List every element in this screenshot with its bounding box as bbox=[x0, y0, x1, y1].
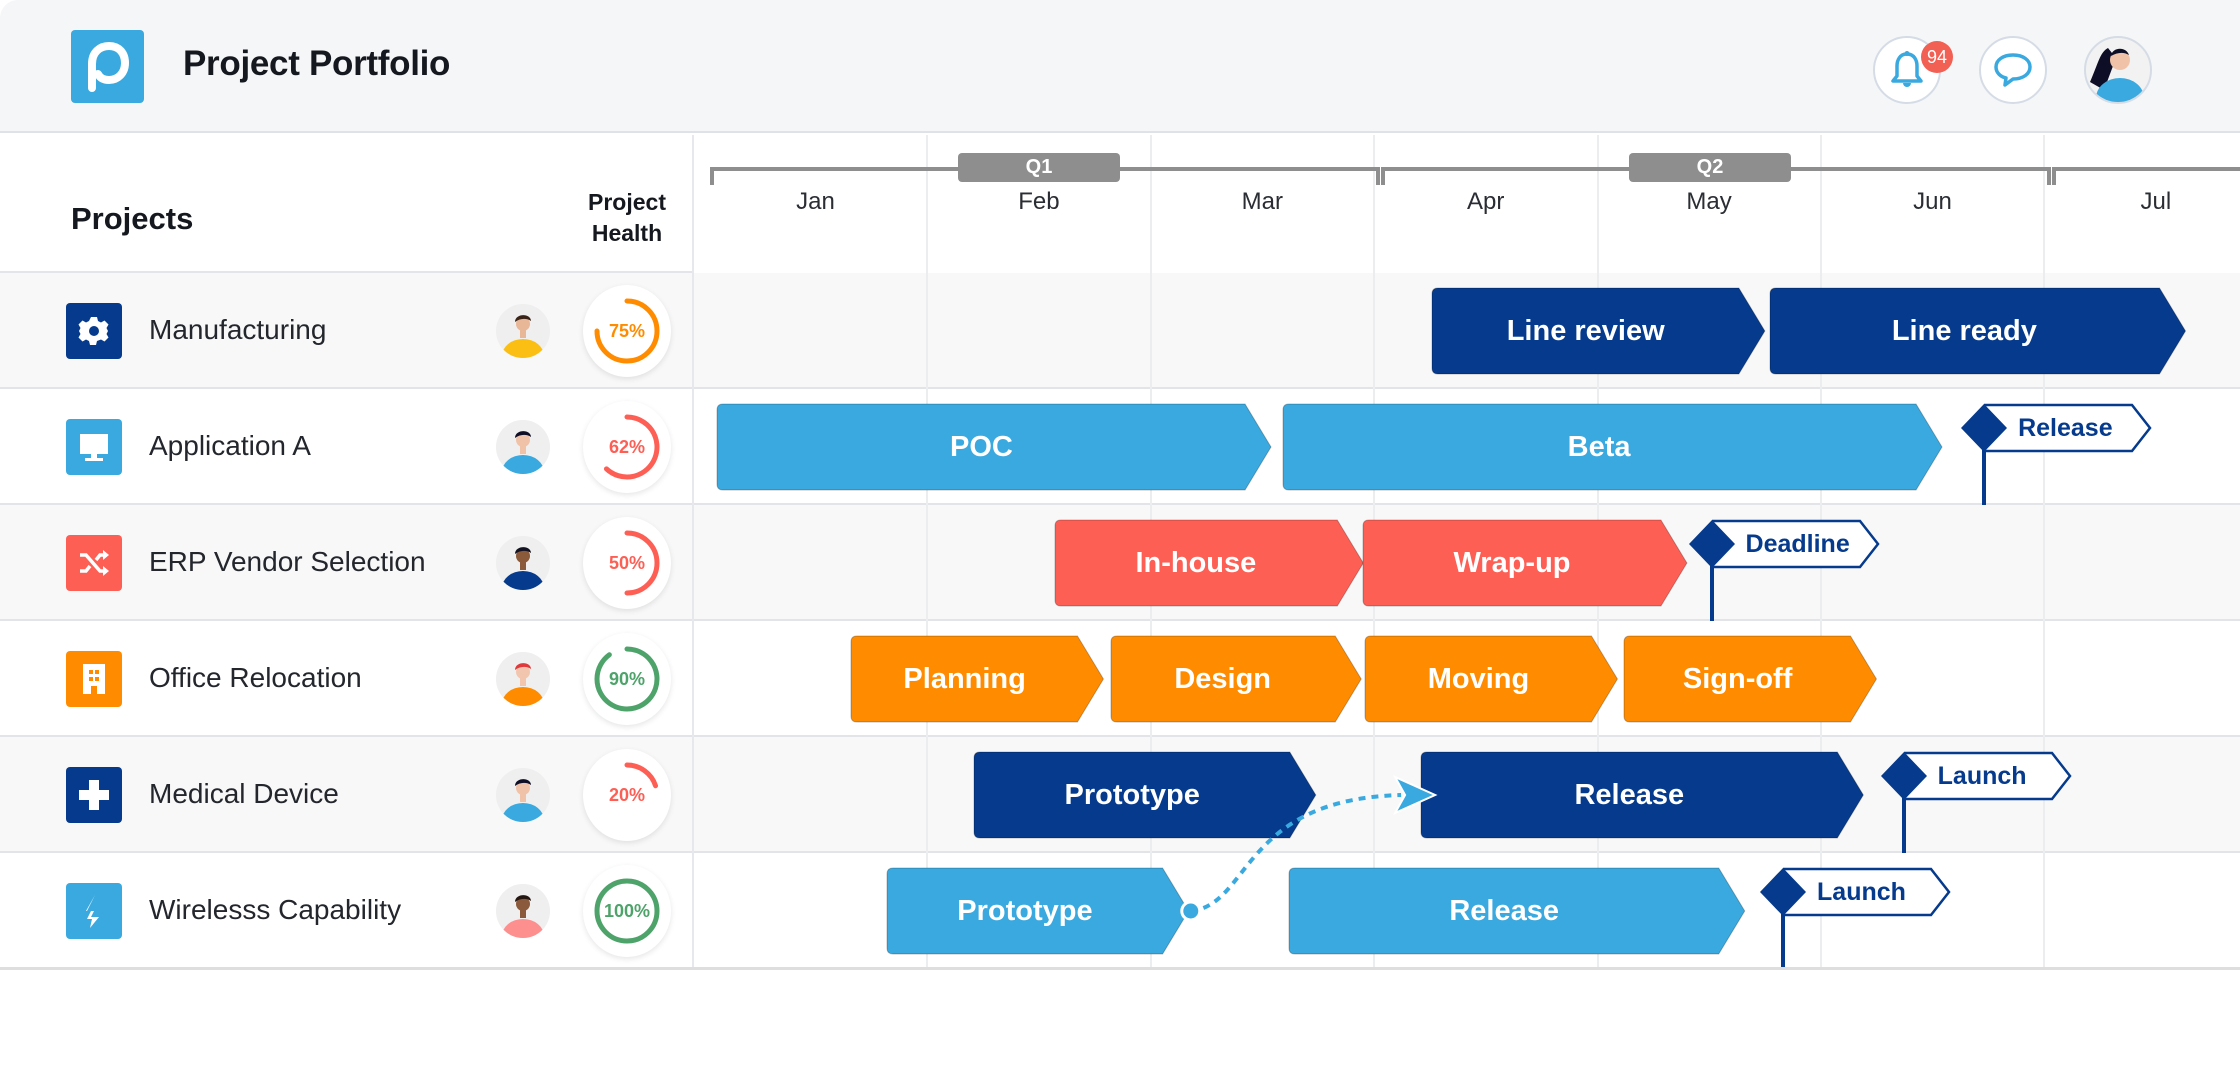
month-label-jan: Jan bbox=[796, 188, 835, 215]
task-label: Planning bbox=[903, 662, 1026, 695]
task-label: Release bbox=[1449, 894, 1559, 927]
task-label: Release bbox=[1574, 778, 1685, 811]
user-avatar-icon bbox=[2090, 48, 2144, 102]
task-label: Moving bbox=[1427, 662, 1530, 695]
task-bar[interactable]: Line review bbox=[1431, 287, 1766, 375]
monitor-icon bbox=[66, 419, 122, 475]
task-label: In-house bbox=[1135, 546, 1257, 579]
health-gauge: 62% bbox=[583, 401, 671, 493]
project-health-heading: Project Health bbox=[574, 187, 680, 249]
messages-button[interactable] bbox=[1979, 36, 2047, 104]
health-percentage: 50% bbox=[608, 552, 646, 573]
project-name[interactable]: Application A bbox=[149, 430, 311, 462]
health-heading-line1: Project bbox=[588, 189, 666, 215]
projects-heading: Projects bbox=[71, 201, 194, 236]
project-name[interactable]: Wirelesss Capability bbox=[149, 894, 401, 926]
milestone-flag[interactable]: Deadline bbox=[1688, 519, 1918, 621]
task-bar[interactable]: Prototype bbox=[886, 867, 1190, 955]
health-percentage: 90% bbox=[608, 668, 646, 689]
task-label: Prototype bbox=[1064, 778, 1200, 811]
lightning-icon bbox=[66, 883, 122, 939]
gantt-timeline: Q1 Q2 Jan Feb Mar Apr May Jun Jul Line review L… bbox=[694, 135, 2240, 969]
plus-cross-icon bbox=[66, 767, 122, 823]
notification-count-badge: 94 bbox=[1921, 41, 1953, 73]
task-bar[interactable]: Wrap-up bbox=[1362, 519, 1688, 607]
health-percentage: 20% bbox=[608, 784, 646, 805]
health-gauge: 50% bbox=[583, 517, 671, 609]
task-label: Beta bbox=[1567, 430, 1631, 463]
health-percentage: 75% bbox=[608, 320, 646, 341]
milestone-label: Release bbox=[2018, 414, 2113, 442]
task-bar[interactable]: Beta bbox=[1282, 403, 1943, 491]
health-gauge: 90% bbox=[583, 633, 671, 725]
quarter-tag-q2: Q2 bbox=[1629, 153, 1791, 182]
milestone-label: Launch bbox=[1937, 762, 2027, 790]
task-bar[interactable]: Planning bbox=[850, 635, 1105, 723]
task-bar[interactable]: Sign-off bbox=[1623, 635, 1878, 723]
task-label: Line ready bbox=[1891, 314, 2037, 347]
q3-bracket bbox=[2052, 167, 2240, 185]
task-bar[interactable]: Release bbox=[1288, 867, 1746, 955]
task-bar[interactable]: Prototype bbox=[973, 751, 1317, 839]
project-name[interactable]: Medical Device bbox=[149, 778, 339, 810]
task-label: POC bbox=[949, 430, 1013, 463]
task-bar[interactable]: Moving bbox=[1364, 635, 1619, 723]
owner-avatar[interactable] bbox=[496, 304, 550, 358]
month-label-jul: Jul bbox=[2140, 188, 2172, 215]
user-avatar[interactable] bbox=[2084, 36, 2152, 104]
project-name[interactable]: Manufacturing bbox=[149, 314, 326, 346]
health-gauge: 20% bbox=[583, 749, 671, 841]
task-bar[interactable]: In-house bbox=[1054, 519, 1364, 607]
health-percentage: 62% bbox=[608, 436, 646, 457]
panel-divider bbox=[692, 135, 694, 968]
task-bar[interactable]: Release bbox=[1420, 751, 1865, 839]
milestone-flag[interactable]: Launch bbox=[1759, 867, 1989, 969]
owner-avatar[interactable] bbox=[496, 884, 550, 938]
month-gridline bbox=[926, 135, 929, 968]
month-label-may: May bbox=[1686, 188, 1732, 215]
task-label: Line review bbox=[1506, 314, 1665, 347]
health-gauge: 100% bbox=[583, 865, 671, 957]
quarter-tag-q1: Q1 bbox=[958, 153, 1120, 182]
milestone-flag[interactable]: Release bbox=[1960, 403, 2190, 505]
project-name[interactable]: Office Relocation bbox=[149, 662, 362, 694]
gear-icon bbox=[66, 303, 122, 359]
task-label: Sign-off bbox=[1682, 662, 1793, 695]
month-label-feb: Feb bbox=[1018, 188, 1060, 215]
table-bottom-border bbox=[0, 967, 2240, 970]
milestone-label: Deadline bbox=[1745, 530, 1850, 558]
milestone-label: Launch bbox=[1817, 878, 1906, 906]
app-header: Project Portfolio 94 bbox=[0, 0, 2240, 133]
health-percentage: 100% bbox=[603, 900, 651, 921]
owner-avatar[interactable] bbox=[496, 652, 550, 706]
app-title: Project Portfolio bbox=[183, 44, 451, 83]
health-heading-line2: Health bbox=[591, 220, 663, 246]
milestone-flag[interactable]: Launch bbox=[1880, 751, 2110, 853]
project-name[interactable]: ERP Vendor Selection bbox=[149, 546, 426, 578]
task-bar[interactable]: POC bbox=[716, 403, 1273, 491]
task-label: Wrap-up bbox=[1453, 546, 1571, 579]
task-bar[interactable]: Design bbox=[1110, 635, 1362, 723]
task-bar[interactable]: Line ready bbox=[1769, 287, 2186, 375]
month-label-apr: Apr bbox=[1467, 188, 1505, 215]
portfolio-logo-icon[interactable] bbox=[71, 30, 144, 103]
shuffle-icon bbox=[66, 535, 122, 591]
task-label: Prototype bbox=[957, 894, 1093, 927]
month-label-jun: Jun bbox=[1913, 188, 1952, 215]
month-label-mar: Mar bbox=[1241, 188, 1283, 215]
owner-avatar[interactable] bbox=[496, 420, 550, 474]
chat-bubble-icon bbox=[1994, 53, 2032, 87]
month-gridline bbox=[2043, 135, 2046, 968]
owner-avatar[interactable] bbox=[496, 536, 550, 590]
task-label: Design bbox=[1174, 662, 1272, 695]
health-gauge: 75% bbox=[583, 285, 671, 377]
building-icon bbox=[66, 651, 122, 707]
owner-avatar[interactable] bbox=[496, 768, 550, 822]
projects-column-header: Projects Project Health bbox=[0, 135, 694, 273]
bell-icon bbox=[1891, 51, 1923, 87]
